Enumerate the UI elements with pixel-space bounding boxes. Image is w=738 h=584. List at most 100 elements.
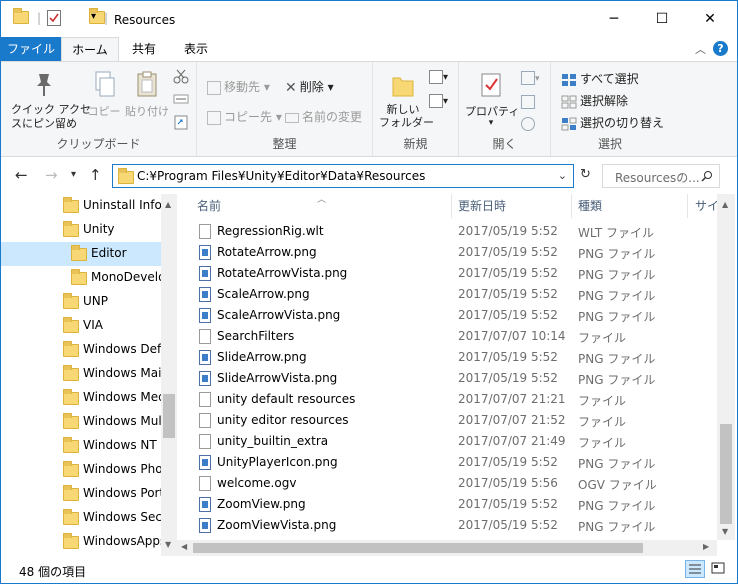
nav-item[interactable]: Windows NT (1, 434, 161, 458)
file-vertical-scrollbar[interactable]: ▲ ▼ (717, 194, 735, 540)
move-to-button[interactable]: 移動先 ▾ (207, 78, 270, 95)
nav-item[interactable]: Uninstall Infor (1, 194, 161, 218)
file-row[interactable]: RotateArrowVista.png 2017/05/19 5:52 PNG フ… (177, 263, 717, 284)
file-hscrollbar-thumb[interactable] (193, 543, 643, 553)
edit-icon[interactable] (521, 94, 535, 109)
scroll-up-icon[interactable]: ▲ (165, 200, 171, 209)
select-none-button[interactable]: 選択解除 (561, 92, 628, 109)
up-arrow-icon[interactable]: ↑ (89, 166, 102, 184)
tab-file[interactable]: ファイル (1, 37, 61, 61)
file-row[interactable]: ZoomViewVista.png 2017/05/19 5:52 PNG ファイル (177, 515, 717, 536)
nav-item[interactable]: VIA (1, 314, 161, 338)
paste-button[interactable]: 貼り付け (125, 70, 169, 119)
search-input[interactable]: Resourcesの... (602, 164, 720, 188)
file-row[interactable]: ScaleArrow.png 2017/05/19 5:52 PNG ファイル (177, 284, 717, 305)
nav-item-label: Windows Phot (83, 462, 161, 476)
folder-icon (63, 533, 79, 549)
column-header-size[interactable]: サイ (695, 194, 717, 218)
nav-item[interactable]: Windows Mail (1, 362, 161, 386)
tab-share[interactable]: 共有 (121, 37, 167, 61)
nav-item[interactable]: MonoDevelo (1, 266, 161, 290)
select-all-button[interactable]: すべて選択 (561, 70, 639, 87)
nav-item[interactable]: Editor (1, 242, 161, 266)
tab-view[interactable]: 表示 (173, 37, 219, 61)
cut-icon[interactable] (173, 68, 189, 87)
scroll-down-icon[interactable]: ▼ (165, 540, 171, 549)
file-row[interactable]: welcome.ogv 2017/05/19 5:56 OGV ファイル (177, 473, 717, 494)
new-item-button[interactable]: ▾ (429, 70, 448, 84)
scroll-up-icon[interactable]: ▲ (722, 200, 728, 209)
column-header-name[interactable]: 名前 (197, 194, 447, 218)
new-folder-button[interactable]: 新しい フォルダー (379, 72, 434, 129)
file-row[interactable]: RegressionRig.wlt 2017/05/19 5:52 WLT ファイル (177, 221, 717, 242)
address-bar[interactable]: C:¥Program Files¥Unity¥Editor¥Data¥Resou… (112, 164, 574, 188)
folder-icon (63, 341, 79, 357)
copy-to-label: コピー先 (224, 110, 273, 124)
column-header-type[interactable]: 種類 (578, 194, 678, 218)
nav-item[interactable]: Windows Secu (1, 506, 161, 530)
invert-selection-button[interactable]: 選択の切り替え (561, 114, 664, 131)
tab-home[interactable]: ホーム (61, 37, 119, 61)
close-button[interactable]: ✕ (687, 1, 733, 37)
file-scrollbar-thumb[interactable] (720, 424, 732, 524)
scroll-left-icon[interactable]: ◀ (181, 542, 187, 551)
file-row[interactable]: unity_builtin_extra 2017/07/07 21:49 ファイル (177, 431, 717, 452)
quick-access-dropdown-icon[interactable]: ▾ (91, 11, 96, 22)
properties-button[interactable]: プロパティ ▾ (465, 70, 519, 128)
folder-icon (63, 293, 79, 309)
history-icon[interactable] (521, 116, 535, 131)
nav-scrollbar[interactable]: ▲ ▼ (161, 194, 177, 556)
details-view-icon[interactable] (685, 560, 705, 578)
address-dropdown-icon[interactable]: ⌄ (558, 169, 567, 182)
recent-locations-icon[interactable]: ▾ (71, 169, 76, 180)
column-separator[interactable] (571, 194, 572, 218)
file-row[interactable]: ScaleArrowVista.png 2017/05/19 5:52 PNG ファ… (177, 305, 717, 326)
paste-shortcut-icon[interactable] (173, 114, 189, 133)
chevron-up-icon[interactable]: ︿ (695, 41, 706, 57)
copy-path-icon[interactable] (173, 92, 189, 109)
pin-quick-access-button[interactable]: クイック アクセ スにピン留め (11, 70, 91, 131)
scroll-right-icon[interactable]: ▶ (703, 542, 709, 551)
file-row[interactable]: SlideArrowVista.png 2017/05/19 5:52 PNG ファ… (177, 368, 717, 389)
file-row[interactable]: UnityPlayerIcon.png 2017/05/19 5:52 PNG ファ… (177, 452, 717, 473)
nav-item[interactable]: UNP (1, 290, 161, 314)
file-type: PNG ファイル (578, 310, 656, 324)
nav-item[interactable]: Windows Defe (1, 338, 161, 362)
open-icon[interactable]: ▾ (521, 70, 540, 85)
file-row[interactable]: SearchFilters 2017/07/07 10:14 ファイル (177, 326, 717, 347)
nav-item[interactable]: Windows Porta (1, 482, 161, 506)
copy-button[interactable]: コピー (87, 70, 121, 119)
copy-to-button[interactable]: コピー先 ▾ (207, 108, 282, 125)
maximize-button[interactable]: ☐ (639, 1, 685, 37)
new-folder-label-1: 新しい (386, 103, 420, 116)
nav-item[interactable]: Windows Phot (1, 458, 161, 482)
file-row[interactable]: unity default resources 2017/07/07 21:21 フ… (177, 389, 717, 410)
rename-button[interactable]: 名前の変更 (285, 108, 362, 125)
column-header-date[interactable]: 更新日時 (458, 194, 568, 218)
delete-button[interactable]: ✕ 削除 ▾ (285, 78, 334, 96)
nav-item[interactable]: Windows Mult (1, 410, 161, 434)
help-icon[interactable]: ? (713, 41, 728, 56)
nav-item[interactable]: Windows Med (1, 386, 161, 410)
file-row[interactable]: unity editor resources 2017/07/07 21:52 ファ… (177, 410, 717, 431)
file-row[interactable]: RotateArrow.png 2017/05/19 5:52 PNG ファイル (177, 242, 717, 263)
scroll-down-icon[interactable]: ▼ (722, 527, 728, 536)
minimize-button[interactable]: ─ (591, 1, 637, 37)
properties-quick-icon[interactable] (47, 10, 61, 26)
file-horizontal-scrollbar[interactable]: ◀ ▶ (177, 540, 717, 556)
nav-item[interactable]: Unity (1, 218, 161, 242)
easy-access-button[interactable]: ▾ (429, 94, 448, 108)
file-icon (199, 392, 211, 407)
file-row[interactable]: SlideArrow.png 2017/05/19 5:52 PNG ファイル (177, 347, 717, 368)
column-separator[interactable] (451, 194, 452, 218)
refresh-icon[interactable]: ↻ (580, 167, 591, 182)
file-name: SearchFilters (217, 329, 295, 343)
file-row[interactable]: ZoomView.png 2017/05/19 5:52 PNG ファイル (177, 494, 717, 515)
large-icons-view-icon[interactable] (709, 560, 729, 578)
forward-arrow-icon[interactable]: → (45, 166, 58, 184)
back-arrow-icon[interactable]: ← (15, 166, 28, 184)
column-separator[interactable] (687, 194, 688, 218)
nav-item[interactable]: WindowsApps (1, 530, 161, 554)
nav-scrollbar-thumb[interactable] (163, 394, 175, 438)
folder-icon (63, 461, 79, 477)
